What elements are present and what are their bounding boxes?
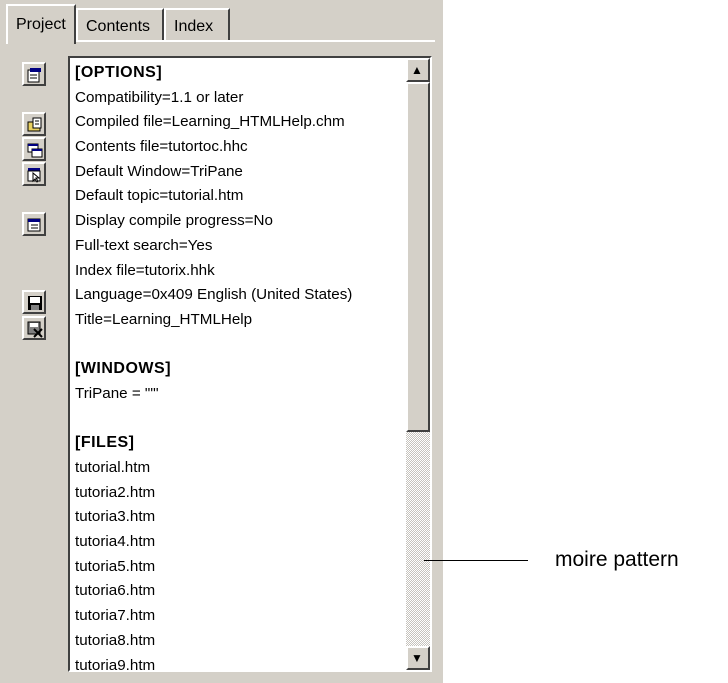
tab-contents-label: Contents	[86, 18, 151, 35]
scroll-thumb[interactable]	[406, 82, 430, 432]
add-remove-files-button[interactable]	[22, 112, 46, 136]
project-file-text: [OPTIONS] Compatibility=1.1 or later Com…	[75, 61, 400, 672]
tab-project[interactable]: Project	[6, 4, 76, 44]
files-line: tutoria3.htm	[75, 508, 156, 526]
callout-label: moire pattern	[555, 548, 679, 571]
files-section-header: [FILES]	[75, 434, 135, 452]
add-modify-window-button[interactable]	[22, 137, 46, 161]
options-line: Full-text search=Yes	[75, 236, 213, 254]
scroll-down-button[interactable]: ▼	[406, 646, 430, 670]
callout-leader-line	[424, 560, 528, 561]
project-file-editor[interactable]: [OPTIONS] Compatibility=1.1 or later Com…	[68, 56, 432, 672]
files-line: tutoria2.htm	[75, 483, 156, 501]
tab-index[interactable]: Index	[164, 8, 230, 40]
arrow-down-icon: ▼	[411, 651, 423, 665]
vertical-scrollbar[interactable]: ▲ ▼	[406, 58, 430, 670]
save-all-and-compile-button[interactable]	[22, 316, 46, 340]
tab-index-label: Index	[174, 18, 214, 35]
html-api-information-button[interactable]	[22, 162, 46, 186]
files-line: tutoria8.htm	[75, 631, 156, 649]
options-line: Compatibility=1.1 or later	[75, 88, 244, 106]
files-line: tutorial.htm	[75, 459, 151, 476]
files-line: tutoria7.htm	[75, 607, 156, 625]
files-line: tutoria4.htm	[75, 533, 156, 551]
files-line: tutoria5.htm	[75, 557, 156, 575]
windows-line: TriPane = ""'	[75, 384, 159, 402]
options-line: Compiled file=Learning_HTMLHelp.chm	[75, 113, 345, 131]
options-section-header: [OPTIONS]	[75, 64, 163, 81]
options-line: Default topic=tutorial.htm	[75, 187, 244, 205]
options-line: Index file=tutorix.hhk	[75, 261, 215, 279]
options-line: Default Window=TriPane	[75, 162, 243, 180]
tab-project-label: Project	[16, 16, 66, 33]
files-line: tutoria9.htm	[75, 656, 156, 672]
options-line: Title=Learning_HTMLHelp	[75, 310, 253, 328]
arrow-up-icon: ▲	[411, 63, 423, 77]
options-line: Contents file=tutortoc.hhc	[75, 138, 248, 156]
options-line: Display compile progress=No	[75, 212, 273, 230]
save-project-button[interactable]	[22, 290, 46, 314]
scroll-up-button[interactable]: ▲	[406, 58, 430, 82]
project-panel: Project Contents Index [OPTIONS] Compati…	[0, 0, 443, 683]
tab-contents[interactable]: Contents	[76, 8, 164, 40]
add-modify-information-types-button[interactable]	[22, 212, 46, 236]
change-options-button[interactable]	[22, 62, 46, 86]
options-line: Language=0x409 English (United States)	[75, 286, 353, 304]
files-line: tutoria6.htm	[75, 582, 156, 600]
windows-section-header: [WINDOWS]	[75, 360, 172, 378]
